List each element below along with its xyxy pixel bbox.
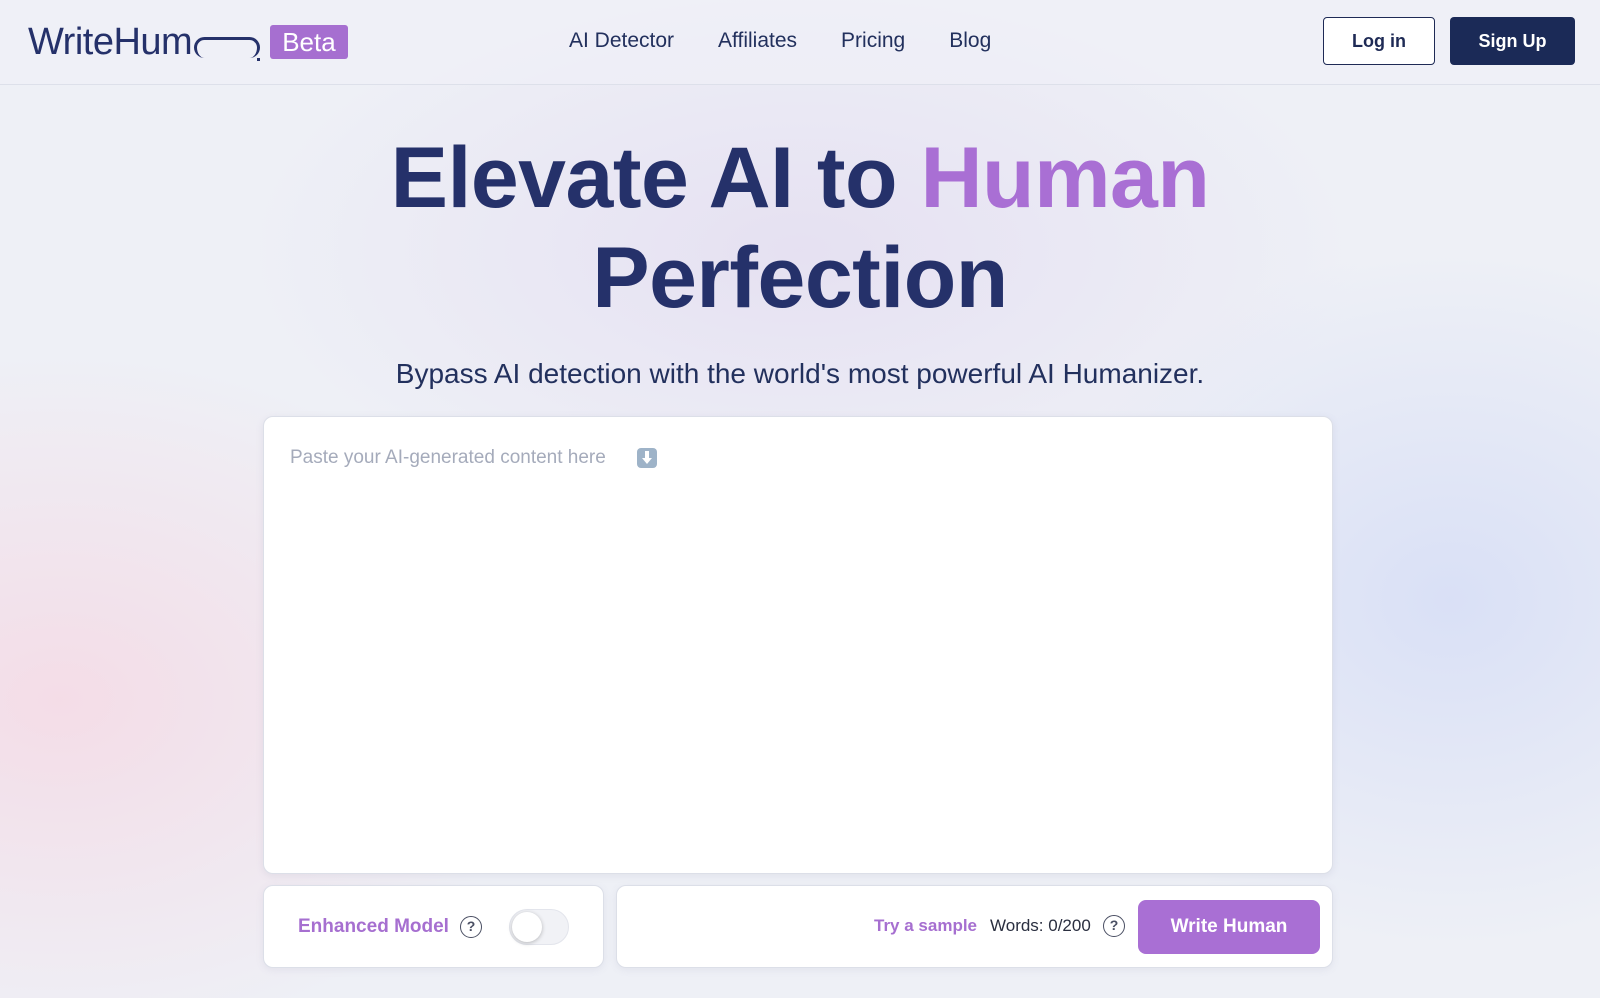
- signup-button[interactable]: Sign Up: [1450, 17, 1575, 65]
- word-count-help-icon[interactable]: ?: [1103, 915, 1125, 937]
- logo-wave-icon: [194, 36, 261, 61]
- hero-title-part2: Perfection: [592, 230, 1008, 326]
- word-count: Words: 0/200: [990, 916, 1091, 935]
- site-header: WriteHum Beta AI Detector Affiliates Pri…: [0, 0, 1600, 85]
- content-input[interactable]: [264, 417, 1332, 873]
- hero-title-part1: Elevate AI to: [390, 130, 921, 226]
- write-human-button[interactable]: Write Human: [1138, 900, 1320, 954]
- logo[interactable]: WriteHum Beta: [28, 22, 348, 62]
- try-sample-link[interactable]: Try a sample: [874, 915, 977, 937]
- hero-title: Elevate AI to Human Perfection: [0, 128, 1600, 328]
- nav-affiliates[interactable]: Affiliates: [718, 27, 797, 55]
- beta-badge: Beta: [270, 25, 348, 59]
- login-button[interactable]: Log in: [1323, 17, 1435, 65]
- nav-blog[interactable]: Blog: [949, 27, 991, 55]
- enhanced-model-help-icon[interactable]: ?: [460, 916, 482, 938]
- enhanced-model-label: Enhanced Model: [298, 916, 449, 937]
- toggle-knob: [512, 912, 542, 942]
- logo-text: WriteHum: [28, 21, 193, 63]
- down-arrow-icon: [637, 448, 657, 468]
- nav-ai-detector[interactable]: AI Detector: [569, 27, 674, 55]
- nav-pricing[interactable]: Pricing: [841, 27, 905, 55]
- hero-subtitle: Bypass AI detection with the world's mos…: [395, 358, 1205, 389]
- hero-title-accent: Human: [920, 130, 1210, 226]
- actions-panel: Try a sample Words: 0/200 ? Write Human: [616, 885, 1333, 968]
- enhanced-model-toggle[interactable]: [509, 909, 569, 945]
- main-nav: AI Detector Affiliates Pricing Blog: [569, 27, 991, 55]
- content-editor: [263, 416, 1333, 874]
- model-options-panel: Enhanced Model ?: [263, 885, 604, 968]
